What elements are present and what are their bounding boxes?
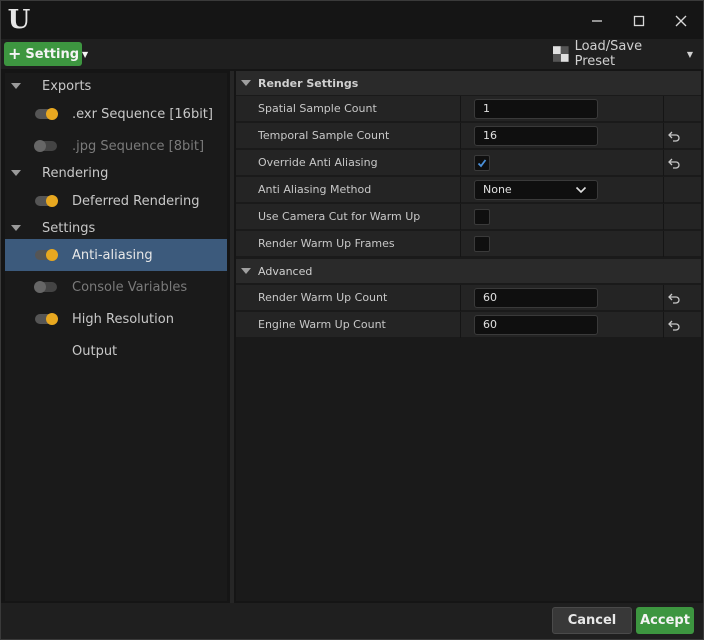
tree-item-label: .exr Sequence [16bit] bbox=[72, 106, 213, 122]
prop-label: Use Camera Cut for Warm Up bbox=[258, 210, 421, 223]
tree-group-settings[interactable]: Settings bbox=[5, 215, 227, 241]
load-save-preset-button[interactable]: Load/Save Preset ▼ bbox=[553, 39, 693, 69]
enable-toggle[interactable] bbox=[34, 281, 57, 293]
override-anti-aliasing-checkbox[interactable] bbox=[474, 155, 490, 171]
expand-arrow-icon[interactable] bbox=[11, 225, 21, 231]
title-bar: U bbox=[1, 1, 703, 39]
chevron-down-icon bbox=[575, 186, 587, 194]
add-setting-label: Setting bbox=[25, 46, 80, 62]
movie-render-settings-window: U + Setting ▼ Load/Save Preset ▼ Exports… bbox=[0, 0, 704, 640]
section-advanced[interactable]: Advanced bbox=[236, 259, 701, 283]
reset-to-default-icon[interactable] bbox=[667, 156, 681, 170]
prop-label: Spatial Sample Count bbox=[258, 102, 377, 115]
minimize-icon bbox=[592, 20, 602, 22]
preset-label: Load/Save Preset bbox=[574, 39, 643, 69]
collapse-arrow-icon[interactable] bbox=[241, 268, 251, 274]
enable-toggle[interactable] bbox=[35, 249, 58, 261]
tree-item-label: Anti-aliasing bbox=[72, 247, 153, 263]
reset-to-default-icon[interactable] bbox=[667, 291, 681, 305]
enable-toggle[interactable] bbox=[35, 313, 58, 325]
details-panel: Render Settings Spatial Sample Count 1 T… bbox=[236, 71, 701, 601]
prop-engine-warm-up-count: Engine Warm Up Count 60 bbox=[236, 312, 701, 338]
prop-temporal-sample-count: Temporal Sample Count 16 bbox=[236, 123, 701, 149]
tree-item-exr-sequence[interactable]: .exr Sequence [16bit] bbox=[5, 98, 227, 130]
spatial-sample-count-field[interactable]: 1 bbox=[474, 99, 598, 119]
tree-item-high-resolution[interactable]: High Resolution bbox=[5, 303, 227, 335]
tree-item-anti-aliasing[interactable]: Anti-aliasing bbox=[5, 239, 227, 271]
prop-render-warm-up-frames: Render Warm Up Frames bbox=[236, 231, 701, 257]
checkmark-icon bbox=[477, 159, 487, 168]
dropdown-value: None bbox=[483, 183, 512, 196]
tree-group-rendering[interactable]: Rendering bbox=[5, 160, 227, 186]
collapse-arrow-icon[interactable] bbox=[241, 80, 251, 86]
tree-item-deferred-rendering[interactable]: Deferred Rendering bbox=[5, 185, 227, 217]
prop-spatial-sample-count: Spatial Sample Count 1 bbox=[236, 96, 701, 122]
tree-item-label: Console Variables bbox=[72, 279, 188, 295]
engine-warm-up-count-field[interactable]: 60 bbox=[474, 315, 598, 335]
panel-splitter[interactable] bbox=[230, 71, 234, 603]
tree-group-label: Exports bbox=[42, 78, 92, 94]
use-camera-cut-checkbox[interactable] bbox=[474, 209, 490, 225]
enable-toggle[interactable] bbox=[35, 195, 58, 207]
minimize-button[interactable] bbox=[579, 7, 615, 35]
prop-override-anti-aliasing: Override Anti Aliasing bbox=[236, 150, 701, 176]
prop-label: Anti Aliasing Method bbox=[258, 183, 372, 196]
temporal-sample-count-field[interactable]: 16 bbox=[474, 126, 598, 146]
preset-icon bbox=[553, 46, 569, 62]
prop-label: Engine Warm Up Count bbox=[258, 318, 386, 331]
prop-use-camera-cut-warm-up: Use Camera Cut for Warm Up bbox=[236, 204, 701, 230]
render-warm-up-frames-checkbox[interactable] bbox=[474, 236, 490, 252]
tree-group-label: Rendering bbox=[42, 165, 109, 181]
add-setting-button[interactable]: + Setting ▼ bbox=[4, 42, 88, 66]
tree-item-output[interactable]: Output bbox=[5, 335, 227, 367]
render-warm-up-count-field[interactable]: 60 bbox=[474, 288, 598, 308]
unreal-logo-icon: U bbox=[7, 5, 31, 35]
prop-anti-aliasing-method: Anti Aliasing Method None bbox=[236, 177, 701, 203]
prop-label: Temporal Sample Count bbox=[258, 129, 390, 142]
section-render-settings[interactable]: Render Settings bbox=[236, 71, 701, 95]
prop-label: Render Warm Up Count bbox=[258, 291, 388, 304]
maximize-button[interactable] bbox=[621, 7, 657, 35]
tree-item-console-variables[interactable]: Console Variables bbox=[5, 271, 227, 303]
caret-down-icon: ▼ bbox=[82, 49, 89, 59]
close-icon bbox=[675, 15, 687, 27]
tree-item-jpg-sequence[interactable]: .jpg Sequence [8bit] bbox=[5, 130, 227, 162]
caret-down-icon: ▼ bbox=[686, 49, 693, 59]
tree-item-label: High Resolution bbox=[72, 311, 174, 327]
expand-arrow-icon[interactable] bbox=[11, 170, 21, 176]
reset-to-default-icon[interactable] bbox=[667, 318, 681, 332]
anti-aliasing-method-dropdown[interactable]: None bbox=[474, 180, 598, 200]
dialog-footer: Cancel Accept bbox=[1, 603, 703, 639]
plus-icon: + bbox=[8, 44, 22, 63]
tree-item-label: Deferred Rendering bbox=[72, 193, 200, 209]
prop-label: Render Warm Up Frames bbox=[258, 237, 395, 250]
enable-toggle[interactable] bbox=[34, 140, 57, 152]
settings-tree-panel: Exports .exr Sequence [16bit] .jpg Seque… bbox=[5, 73, 227, 601]
close-button[interactable] bbox=[663, 7, 699, 35]
toolbar: + Setting ▼ Load/Save Preset ▼ bbox=[1, 39, 703, 69]
tree-item-label: Output bbox=[72, 343, 118, 359]
section-title: Render Settings bbox=[258, 76, 359, 90]
prop-render-warm-up-count: Render Warm Up Count 60 bbox=[236, 285, 701, 311]
tree-item-label: .jpg Sequence [8bit] bbox=[72, 138, 205, 154]
prop-label: Override Anti Aliasing bbox=[258, 156, 378, 169]
reset-to-default-icon[interactable] bbox=[667, 129, 681, 143]
expand-arrow-icon[interactable] bbox=[11, 83, 21, 89]
cancel-button[interactable]: Cancel bbox=[552, 607, 632, 634]
accept-button[interactable]: Accept bbox=[636, 607, 694, 634]
tree-group-label: Settings bbox=[42, 220, 96, 236]
enable-toggle[interactable] bbox=[35, 108, 58, 120]
tree-group-exports[interactable]: Exports bbox=[5, 73, 227, 99]
section-title: Advanced bbox=[258, 264, 313, 278]
maximize-icon bbox=[633, 15, 645, 27]
